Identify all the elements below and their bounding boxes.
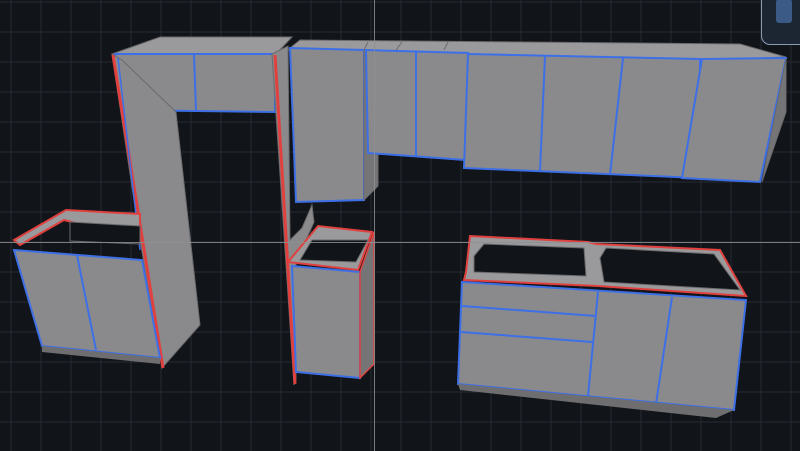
upper-right-block-1-front	[288, 46, 365, 204]
upper-right-cabinet-run[interactable]	[286, 39, 788, 204]
crosshair-horizontal	[0, 242, 800, 243]
base-center-opening	[299, 239, 369, 263]
base-right-opening-1	[473, 243, 587, 277]
base-center-front-face	[290, 264, 361, 380]
view-cube-swatch	[776, 0, 792, 23]
base-center-cabinet[interactable]	[286, 224, 375, 380]
base-left-opening	[69, 221, 141, 245]
kitchen-cabinet-model[interactable]	[0, 0, 800, 451]
crosshair-vertical	[374, 0, 375, 451]
upper-right-block-3-front	[462, 52, 701, 180]
base-right-cabinet-run[interactable]	[456, 234, 748, 418]
view-cube-icon[interactable]	[761, 0, 800, 45]
upper-left-top-face	[111, 36, 294, 55]
3d-viewport[interactable]	[0, 0, 800, 451]
base-left-cabinet[interactable]	[12, 208, 162, 364]
